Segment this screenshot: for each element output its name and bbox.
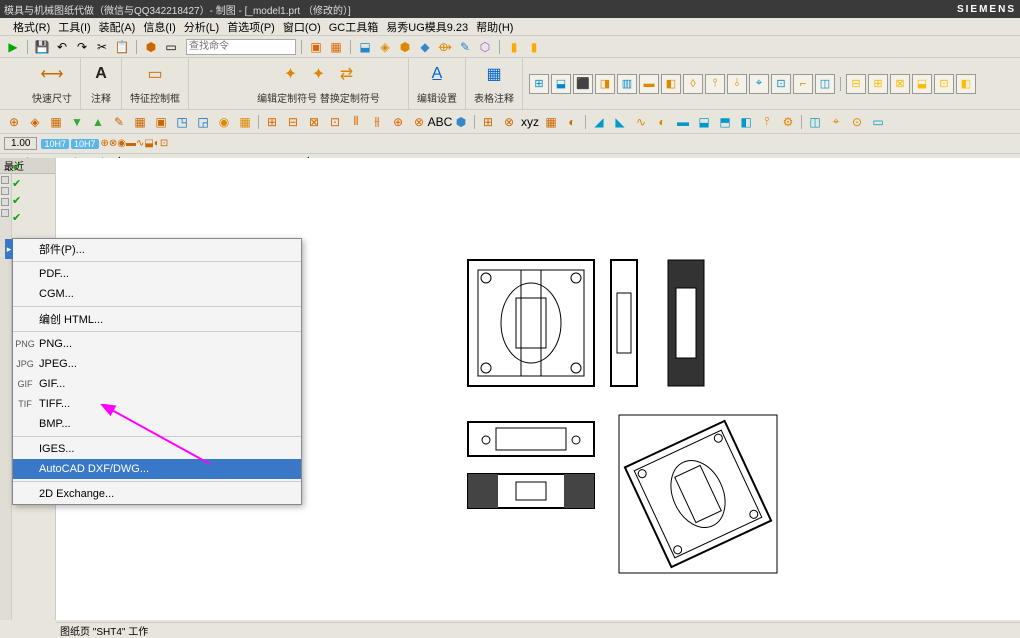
check-2-icon[interactable]: ✔ [12,177,52,190]
check-3-icon[interactable]: ✔ [12,194,52,207]
drawing-view-top [466,258,596,388]
rt-11[interactable]: ⌖ [749,74,769,94]
rt-14[interactable]: ◫ [815,74,835,94]
note-icon[interactable]: A [89,62,113,86]
tool-f-icon[interactable]: ◆ [416,38,434,56]
zoom-value[interactable]: 1.00 [4,137,37,150]
rt-19[interactable]: ⊡ [934,74,954,94]
edit-sym-icon[interactable]: ✦ [307,62,331,86]
submenu-indicator-icon: ▸ [5,239,13,259]
quick-dim-icon[interactable]: ⟷ [40,62,64,86]
ribbon: ⟷ 快速尺寸 A 注释 ▭ 特征控制框 ✦ ✦ ⇄ 编辑定制符号 替换定制符号 … [0,58,1020,110]
drawing-view-side [609,258,639,388]
quick-toolbar: ▶ 💾 ↶ ↷ ✂ 📋 ⬢ ▭ ▣ ▦ ⬓ ◈ ⬢ ◆ ⟴ ✎ ⬡ ▮ ▮ [0,36,1020,58]
rt-5[interactable]: ▥ [617,74,637,94]
rt-17[interactable]: ⊠ [890,74,910,94]
tool-e-icon[interactable]: ⬢ [396,38,414,56]
check-4-icon[interactable]: ✔ [12,211,52,224]
drawing-view-iso [618,414,778,574]
menu-info[interactable]: 信息(I) [140,19,178,35]
menu-window[interactable]: 窗口(O) [280,19,324,35]
menubar: 格式(R) 工具(I) 装配(A) 信息(I) 分析(L) 首选项(P) 窗口(… [0,18,1020,36]
rt-1[interactable]: ⊞ [529,74,549,94]
window-icon[interactable]: ▭ [162,38,180,56]
save-icon[interactable]: 💾 [33,38,51,56]
text-settings-icon[interactable]: A̲ [425,62,449,86]
search-input[interactable] [186,39,296,55]
tolerance-tag-2[interactable]: 10H7 [71,139,99,149]
replace-sym-icon[interactable]: ⇄ [335,62,359,86]
tool-k-icon[interactable]: ▮ [525,38,543,56]
menu-item-part[interactable]: ▸ 部件(P)... [13,239,301,259]
drawing-view-side2 [666,258,706,388]
statusbar-text: 图纸页 "SHT4" 工作 [60,623,148,638]
assembly-icon[interactable]: ⬢ [142,38,160,56]
menu-item-html[interactable]: 编创 HTML... [13,309,301,329]
copy-icon[interactable]: 📋 [113,38,131,56]
menu-item-gif[interactable]: GIFGIF... [13,374,301,394]
rt-15[interactable]: ⊟ [846,74,866,94]
ribbon-group-quick-dim: ⟷ 快速尺寸 [24,58,81,109]
drawing-view-front [466,420,596,458]
rt-4[interactable]: ◨ [595,74,615,94]
ribbon-group-fcf: ▭ 特征控制框 [122,58,189,109]
ribbon-group-custom-symbol: ✦ ✦ ⇄ 编辑定制符号 替换定制符号 [229,58,409,109]
menu-item-jpeg[interactable]: JPGJPEG... [13,354,301,374]
drawing-view-section [466,472,596,510]
tool-c-icon[interactable]: ⬓ [356,38,374,56]
menu-item-2d-exchange[interactable]: 2D Exchange... [13,484,301,504]
rt-6[interactable]: ▬ [639,74,659,94]
tolerance-tag-1[interactable]: 10H7 [41,139,69,149]
ribbon-group-edit-settings: A̲ 编辑设置 [409,58,466,109]
undo-icon[interactable]: ↶ [53,38,71,56]
rt-10[interactable]: ⫰ [727,74,747,94]
ribbon-group-note: A 注释 [81,58,122,109]
rt-12[interactable]: ⊡ [771,74,791,94]
siemens-brand: SIEMENS [957,4,1016,15]
rt-13[interactable]: ⌐ [793,74,813,94]
tool-g-icon[interactable]: ⟴ [436,38,454,56]
rt-20[interactable]: ◧ [956,74,976,94]
menu-ug-mold[interactable]: 易秀UG模具9.23 [383,19,471,35]
toolbar-row-1: ⊕◈▦▼▲✎▦▣◳◲◉▦ ⊞⊟⊠⊡⫴⫵⊕⊗ABC⬢ ⊞⊗xyz▦◐ ◢◣∿◐▬⬓… [0,110,1020,134]
menu-assembly[interactable]: 装配(A) [96,19,139,35]
ribbon-tail: ⊞ ⬓ ⬛ ◨ ▥ ▬ ◧ ◊ ⫯ ⫰ ⌖ ⊡ ⌐ ◫ ⊟ ⊞ ⊠ ⬓ ⊡ ◧ [523,58,1020,109]
fcf-icon[interactable]: ▭ [143,62,167,86]
rt-8[interactable]: ◊ [683,74,703,94]
menu-tools[interactable]: 工具(I) [55,19,93,35]
annotation-arrow [100,404,220,474]
table-note-icon[interactable]: ▦ [482,62,506,86]
rt-18[interactable]: ⬓ [912,74,932,94]
rt-16[interactable]: ⊞ [868,74,888,94]
tool-h-icon[interactable]: ✎ [456,38,474,56]
window-title: 模具与机械图纸代做（微信与QQ342218427）- 制图 - [_model1… [4,2,957,17]
tool-j-icon[interactable]: ▮ [505,38,523,56]
menu-item-png[interactable]: PNGPNG... [13,334,301,354]
start-icon[interactable]: ▶ [4,38,22,56]
rt-3[interactable]: ⬛ [573,74,593,94]
cut-icon[interactable]: ✂ [93,38,111,56]
redo-icon[interactable]: ↷ [73,38,91,56]
check-1-icon[interactable]: ✔ [12,160,52,173]
rt-7[interactable]: ◧ [661,74,681,94]
ribbon-group-table-note: ▦ 表格注释 [466,58,523,109]
menu-item-cgm[interactable]: CGM... [13,284,301,304]
menu-item-pdf[interactable]: PDF... [13,264,301,284]
statusbar: 图纸页 "SHT4" 工作 [56,622,1020,638]
tool-d-icon[interactable]: ◈ [376,38,394,56]
tool-b-icon[interactable]: ▦ [327,38,345,56]
menu-format[interactable]: 格式(R) [10,19,53,35]
menu-gc-toolbox[interactable]: GC工具箱 [326,19,382,35]
menu-help[interactable]: 帮助(H) [473,19,516,35]
custom-sym-icon[interactable]: ✦ [279,62,303,86]
menu-analysis[interactable]: 分析(L) [181,19,222,35]
tool-a-icon[interactable]: ▣ [307,38,325,56]
toolbar-row-2: 1.00 10H7 10H7 ⊕⊗◉▬∿⬓◐⊡ [0,134,1020,154]
menu-preferences[interactable]: 首选项(P) [224,19,278,35]
rt-2[interactable]: ⬓ [551,74,571,94]
titlebar: 模具与机械图纸代做（微信与QQ342218427）- 制图 - [_model1… [0,0,1020,18]
tool-i-icon[interactable]: ⬡ [476,38,494,56]
rt-9[interactable]: ⫯ [705,74,725,94]
